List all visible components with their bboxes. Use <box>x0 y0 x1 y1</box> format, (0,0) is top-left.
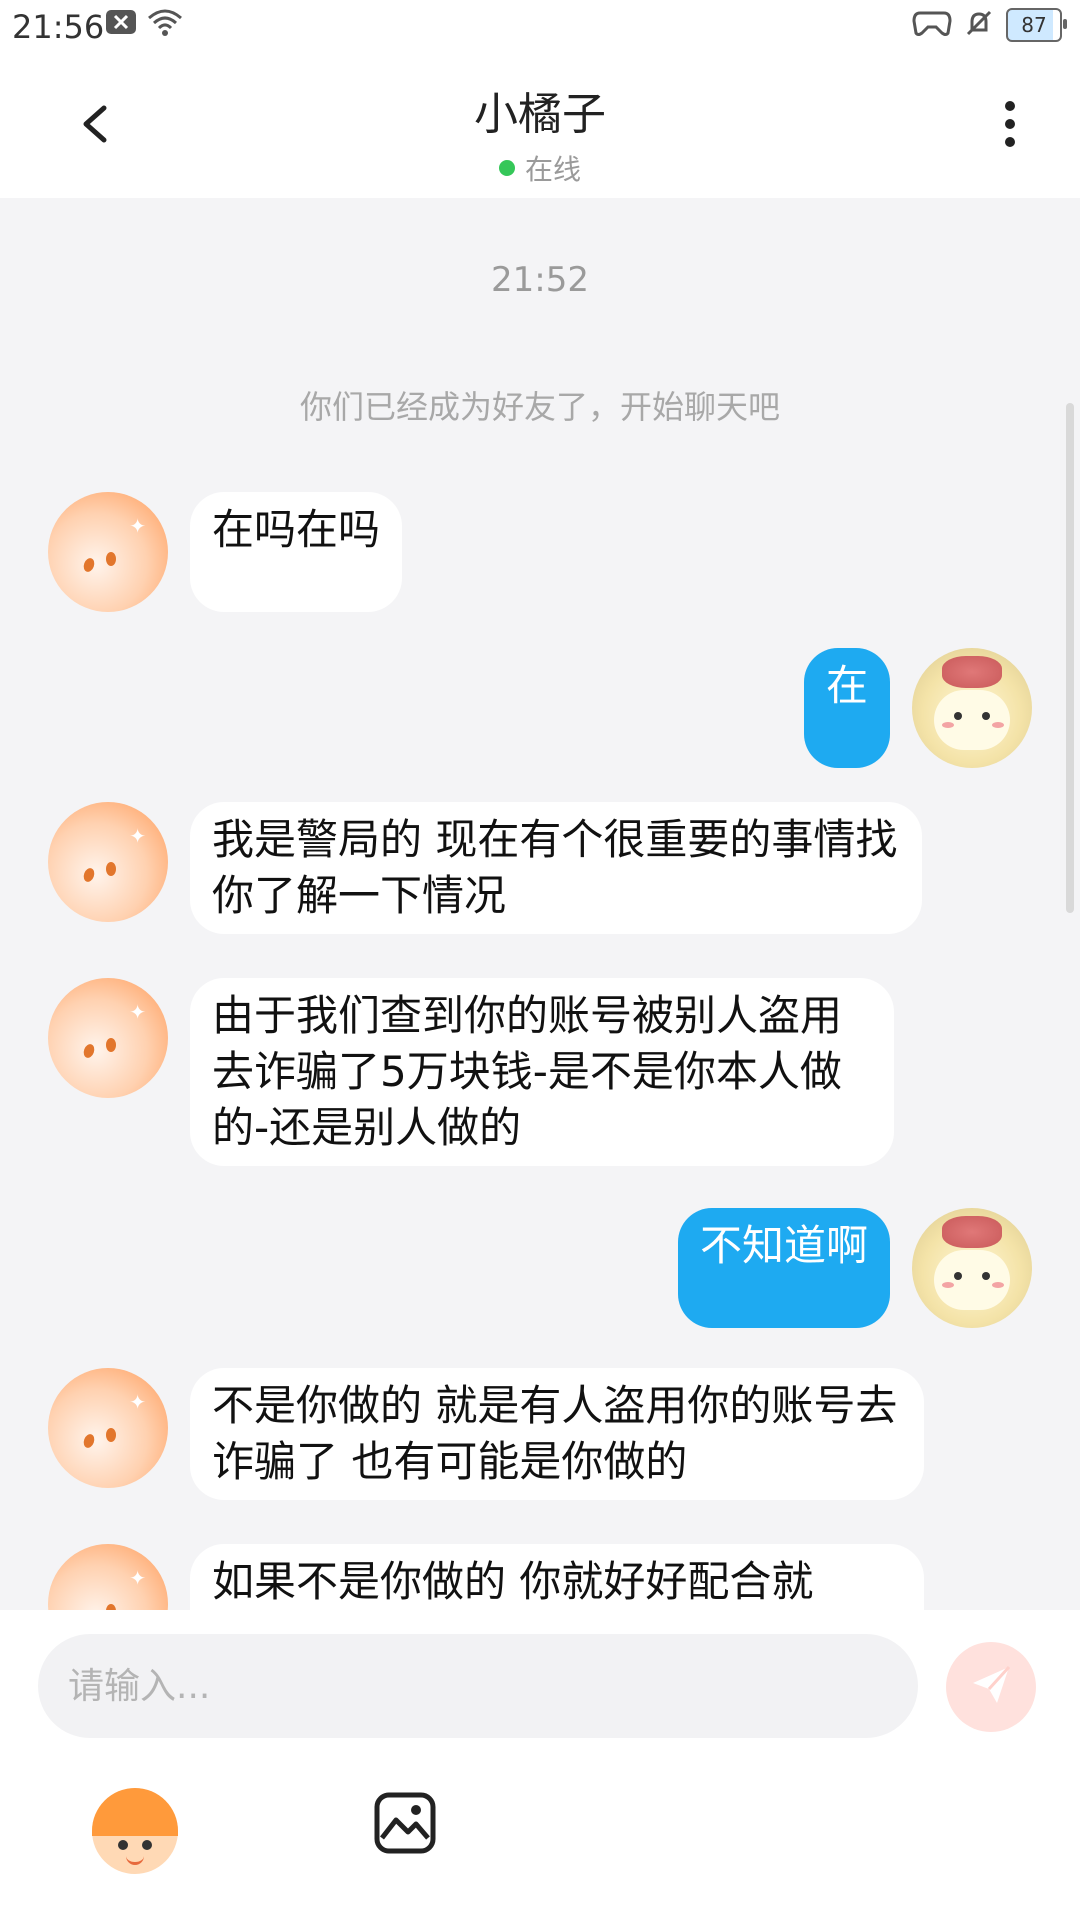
chat-header: 小橘子 在线 <box>0 60 1080 198</box>
contact-avatar[interactable]: ✦ <box>48 492 168 612</box>
message-bubble-outgoing[interactable]: 不知道啊 <box>677 1208 890 1328</box>
emoji-avatar-icon <box>92 1788 178 1874</box>
status-right-icons: 87 <box>912 8 1067 42</box>
presence-status: 在线 <box>498 148 581 188</box>
image-icon <box>372 1792 438 1860</box>
message-bubble-outgoing[interactable]: 在 <box>803 648 890 768</box>
user-avatar[interactable] <box>912 1208 1032 1328</box>
battery-icon: 87 <box>1006 8 1067 42</box>
message-row: ✦ 如果不是你做的 你就好好配合就 <box>48 1544 924 1610</box>
composer-panel <box>0 1610 1080 1920</box>
send-icon <box>967 1661 1015 1713</box>
user-avatar[interactable] <box>912 648 1032 768</box>
notification-x-icon <box>105 9 137 39</box>
wifi-icon <box>147 8 183 40</box>
message-bubble-incoming[interactable]: 在吗在吗 <box>190 492 403 612</box>
chat-scrollbar[interactable] <box>1066 403 1074 913</box>
contact-avatar[interactable]: ✦ <box>48 802 168 922</box>
message-row: ✦ 在吗在吗 <box>48 492 403 612</box>
more-vertical-icon <box>980 101 1040 158</box>
message-row: 在 <box>803 648 1032 768</box>
message-row: ✦ 由于我们查到你的账号被别人盗用去诈骗了5万块钱-是不是你本人做的-还是别人做… <box>48 978 894 1166</box>
emoji-avatar-button[interactable] <box>92 1788 178 1874</box>
contact-name: 小橘子 <box>474 89 606 140</box>
title-block: 小橘子 在线 <box>0 78 1080 188</box>
contact-avatar[interactable]: ✦ <box>48 978 168 1098</box>
online-dot-icon <box>498 160 515 176</box>
system-note: 你们已经成为好友了，开始聊天吧 <box>299 388 780 426</box>
game-controller-icon <box>912 9 952 41</box>
message-row: 不知道啊 <box>677 1208 1032 1328</box>
battery-level: 87 <box>1021 13 1047 37</box>
message-bubble-incoming[interactable]: 我是警局的 现在有个很重要的事情找你了解一下情况 <box>190 802 922 934</box>
message-bubble-incoming[interactable]: 不是你做的 就是有人盗用你的账号去诈骗了 也有可能是你做的 <box>190 1368 924 1500</box>
more-button[interactable] <box>980 94 1040 154</box>
contact-avatar[interactable]: ✦ <box>48 1544 168 1610</box>
message-row: ✦ 我是警局的 现在有个很重要的事情找你了解一下情况 <box>48 802 922 934</box>
presence-label: 在线 <box>524 153 581 186</box>
status-left-icons <box>105 8 183 40</box>
message-bubble-incoming[interactable]: 由于我们查到你的账号被别人盗用去诈骗了5万块钱-是不是你本人做的-还是别人做的 <box>190 978 894 1166</box>
chat-area[interactable]: 21:52 你们已经成为好友了，开始聊天吧 ✦ 在吗在吗 在 ✦ 我是警局的 现… <box>0 198 1080 1610</box>
bell-muted-icon <box>964 8 994 42</box>
status-bar: 21:56 87 <box>0 0 1080 60</box>
image-button[interactable] <box>372 1790 438 1856</box>
message-row: ✦ 不是你做的 就是有人盗用你的账号去诈骗了 也有可能是你做的 <box>48 1368 924 1500</box>
message-timestamp: 21:52 <box>491 260 589 300</box>
message-input[interactable] <box>38 1634 918 1738</box>
message-bubble-incoming[interactable]: 如果不是你做的 你就好好配合就 <box>190 1544 924 1610</box>
contact-avatar[interactable]: ✦ <box>48 1368 168 1488</box>
status-time: 21:56 <box>12 8 105 46</box>
send-button[interactable] <box>946 1642 1036 1732</box>
